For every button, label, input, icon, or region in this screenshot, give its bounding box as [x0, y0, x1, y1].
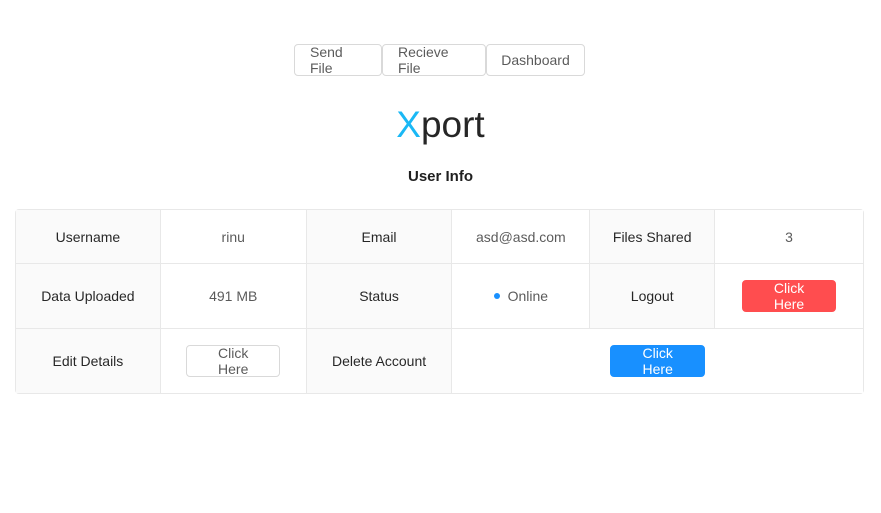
files-shared-label: Files Shared: [590, 210, 716, 264]
send-file-button[interactable]: Send File: [294, 44, 382, 76]
username-value: rinu: [160, 210, 307, 264]
status-label: Status: [306, 264, 453, 329]
logo-rest: port: [420, 104, 485, 145]
edit-details-cell: Click Here: [160, 329, 307, 393]
email-value: asd@asd.com: [452, 210, 591, 264]
top-nav: Send File Recieve File Dashboard: [294, 44, 585, 76]
status-cell: Online: [452, 264, 591, 329]
edit-details-label: Edit Details: [16, 329, 161, 393]
receive-file-button[interactable]: Recieve File: [382, 44, 486, 76]
dashboard-button[interactable]: Dashboard: [486, 44, 585, 76]
username-label: Username: [16, 210, 161, 264]
delete-account-button[interactable]: Click Here: [610, 345, 706, 377]
delete-account-cell: Click Here: [452, 329, 863, 393]
email-label: Email: [306, 210, 453, 264]
files-shared-value: 3: [715, 210, 863, 264]
logout-label: Logout: [590, 264, 716, 329]
logo-accent: X: [396, 104, 421, 145]
user-info-table: Username rinu Email asd@asd.com Files Sh…: [15, 209, 864, 394]
table-row: Username rinu Email asd@asd.com Files Sh…: [16, 210, 863, 264]
logout-cell: Click Here: [715, 264, 863, 329]
delete-account-label: Delete Account: [306, 329, 453, 393]
data-uploaded-value: 491 MB: [160, 264, 307, 329]
table-row: Edit Details Click Here Delete Account C…: [16, 329, 863, 393]
page-title: User Info: [407, 168, 473, 185]
data-uploaded-label: Data Uploaded: [16, 264, 161, 329]
logout-button[interactable]: Click Here: [742, 280, 837, 312]
status-value: Online: [507, 288, 549, 304]
table-row: Data Uploaded 491 MB Status Online Logou…: [16, 264, 863, 329]
edit-details-button[interactable]: Click Here: [186, 345, 281, 377]
app-logo: Xport: [0, 100, 881, 150]
status-dot-icon: [493, 293, 500, 300]
